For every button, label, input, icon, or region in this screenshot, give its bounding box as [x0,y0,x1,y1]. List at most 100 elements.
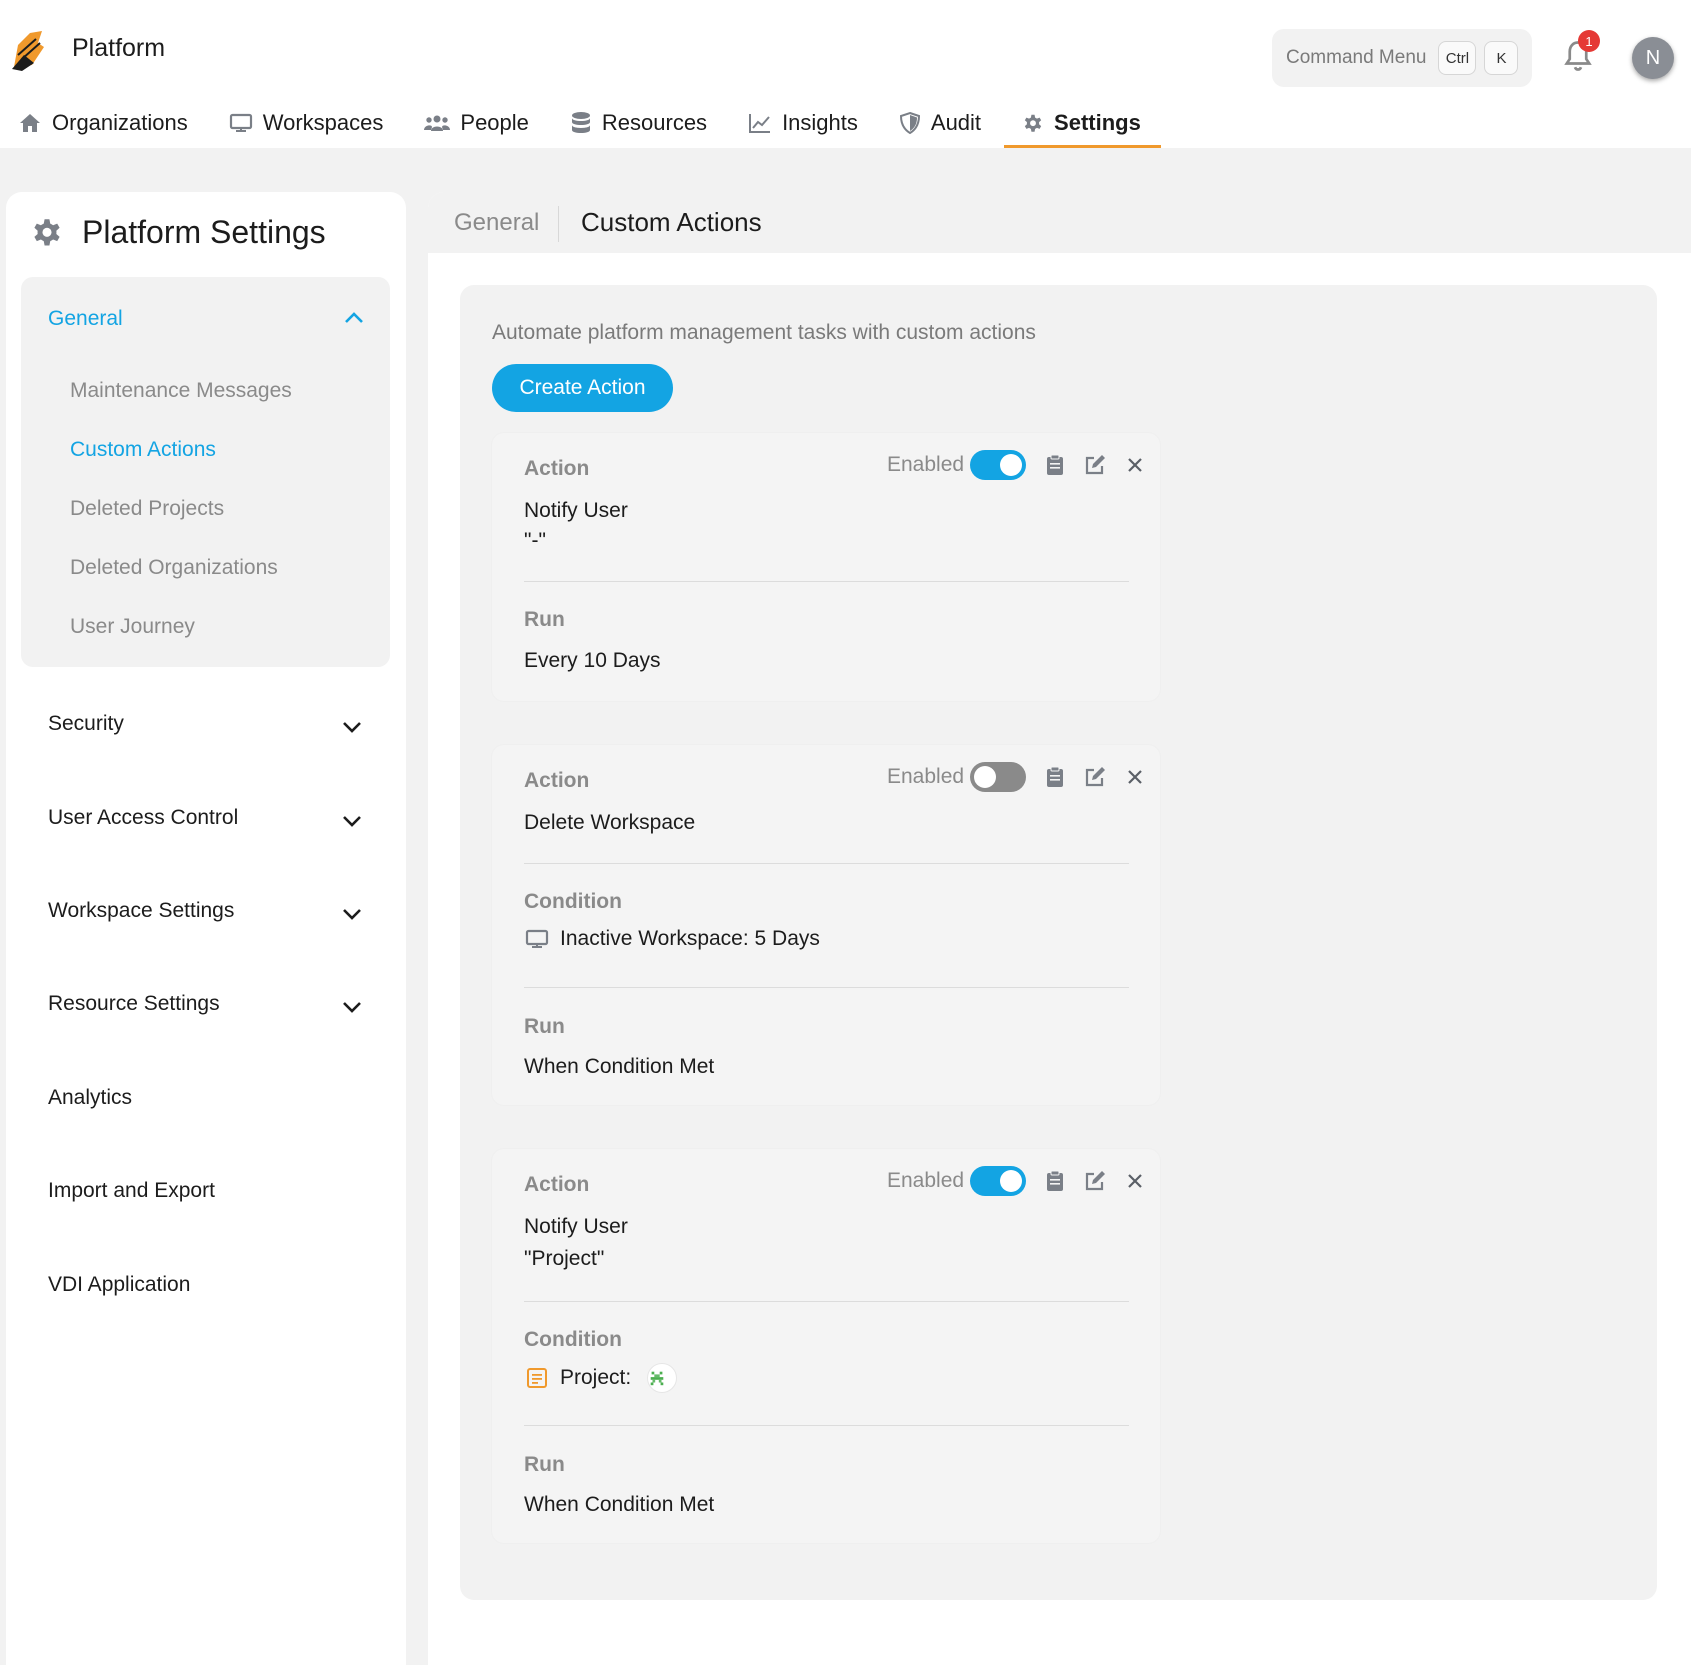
nav-insights[interactable]: Insights [730,98,858,148]
toggle-knob [974,766,997,788]
tab-general[interactable]: General [454,209,539,237]
sidebar-item-deleted-organizations[interactable]: Deleted Organizations [70,556,278,580]
action-detail: "-" [524,529,546,552]
main-nav: Organizations Workspaces People Resource… [0,98,1184,148]
command-menu-button[interactable]: Command Menu Ctrl K [1272,29,1532,87]
nav-label: Resources [601,110,708,135]
enabled-toggle[interactable] [970,1166,1027,1196]
card-divider [524,581,1129,582]
condition-label: Condition [524,1328,622,1351]
nav-resources[interactable]: Resources [552,98,707,148]
sidebar-item-security[interactable]: Security [48,712,124,736]
edit-icon[interactable] [1084,766,1106,788]
run-value: When Condition Met [524,1493,715,1516]
condition-row: Project: [524,1363,678,1393]
command-menu-label: Command Menu [1286,47,1427,68]
nav-label: Insights [782,110,858,135]
create-action-button[interactable]: Create Action [492,364,673,412]
user-avatar[interactable]: N [1632,37,1674,79]
action-card: Action Enabled Notify User "Project" Con… [492,1149,1160,1543]
chevron-down-icon[interactable] [341,814,363,828]
edit-icon[interactable] [1084,1170,1106,1192]
sidebar-item-maintenance-messages[interactable]: Maintenance Messages [70,379,292,403]
clipboard-icon[interactable] [1044,454,1066,476]
card-divider [524,987,1129,988]
sidebar-item-user-access-control[interactable]: User Access Control [48,806,238,830]
close-icon[interactable] [1124,766,1146,788]
nav-label: Workspaces [262,110,384,135]
chevron-down-icon[interactable] [341,907,363,921]
monitor-icon [229,113,252,132]
sidebar-item-workspace-settings[interactable]: Workspace Settings [48,899,234,923]
nav-people[interactable]: People [406,98,529,148]
sidebar-item-general[interactable]: General [48,307,123,331]
main-content: General Custom Actions Automate platform… [428,192,1691,1665]
action-card: Action Enabled Delete Workspace Conditio… [492,745,1160,1105]
run-value: When Condition Met [524,1055,715,1078]
panel-description: Automate platform management tasks with … [492,321,1036,344]
gear-icon [34,219,60,246]
chevron-down-icon[interactable] [341,720,363,734]
enabled-label: Enabled [887,453,965,476]
condition-row: Inactive Workspace: 5 Days [524,927,820,951]
notification-badge: 1 [1578,30,1600,52]
action-label: Action [524,457,590,480]
gear-icon [1024,114,1042,132]
action-value: Delete Workspace [524,811,696,834]
platform-logo [12,31,44,71]
action-label: Action [524,769,590,792]
home-icon [20,114,40,132]
toggle-knob [1000,1170,1023,1192]
settings-tabs: General Custom Actions [428,192,1691,253]
sidebar-item-analytics[interactable]: Analytics [48,1086,132,1110]
top-bar: Platform Command Menu Ctrl K 1 N Organiz… [0,0,1691,148]
run-label: Run [524,1015,565,1038]
nav-settings[interactable]: Settings [1004,98,1161,148]
sidebar-title: Platform Settings [82,214,326,250]
nav-audit[interactable]: Audit [881,98,981,148]
tab-custom-actions[interactable]: Custom Actions [581,207,762,238]
nav-organizations[interactable]: Organizations [0,98,188,148]
action-value: Notify User [524,1215,628,1238]
shield-icon [899,111,920,135]
monitor-icon [525,929,549,948]
card-toolbar: Enabled [887,447,1146,483]
sidebar-item-custom-actions[interactable]: Custom Actions [70,438,216,462]
sidebar-item-user-journey[interactable]: User Journey [70,615,195,639]
tab-separator [558,206,559,242]
app-title: Platform [72,34,166,62]
run-label: Run [524,1453,565,1476]
sidebar-item-deleted-projects[interactable]: Deleted Projects [70,497,224,521]
toggle-knob [1000,454,1023,476]
nav-label: People [460,110,529,135]
condition-label: Condition [524,890,622,913]
project-avatar-icon [647,1363,678,1393]
card-toolbar: Enabled [887,759,1146,795]
close-icon[interactable] [1124,454,1146,476]
nav-label: Settings [1054,110,1141,135]
clipboard-icon[interactable] [1044,766,1066,788]
action-detail: "Project" [524,1247,605,1270]
chevron-down-icon[interactable] [341,1000,363,1014]
people-icon [424,115,451,131]
action-card: Action Enabled Notify User "-" Run Every… [492,433,1160,701]
custom-actions-panel: Automate platform management tasks with … [460,285,1657,1600]
clipboard-icon[interactable] [1044,1170,1066,1192]
action-label: Action [524,1173,590,1196]
edit-icon[interactable] [1084,454,1106,476]
nav-workspaces[interactable]: Workspaces [211,98,384,148]
sidebar-item-vdi-application[interactable]: VDI Application [48,1273,190,1297]
enabled-label: Enabled [887,765,965,788]
enabled-toggle[interactable] [970,762,1027,792]
card-divider [524,1425,1129,1426]
sidebar-item-resource-settings[interactable]: Resource Settings [48,992,220,1016]
sidebar-item-import-export[interactable]: Import and Export [48,1179,215,1203]
chevron-up-icon[interactable] [343,311,365,325]
enabled-toggle[interactable] [970,450,1027,480]
chart-line-icon [749,114,771,133]
close-icon[interactable] [1124,1170,1146,1192]
nav-label: Audit [930,110,982,135]
enabled-label: Enabled [887,1169,965,1192]
kbd-k: K [1484,41,1519,75]
condition-value: Project: [560,1366,632,1389]
